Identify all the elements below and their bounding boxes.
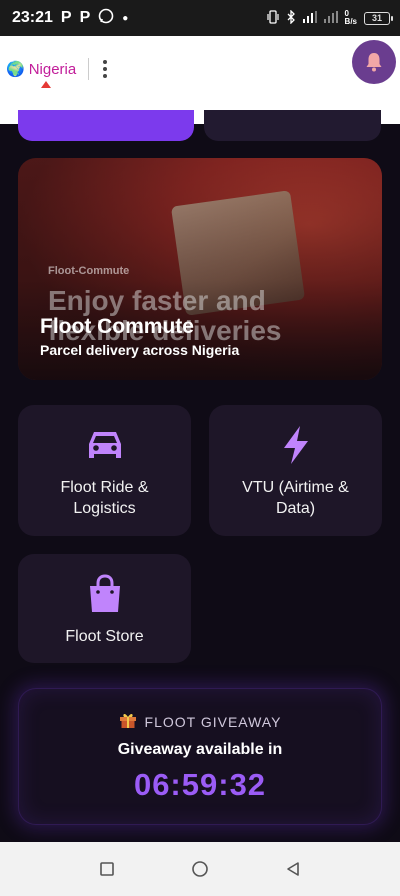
secondary-tab-button[interactable] [204, 110, 381, 141]
circle-icon [192, 861, 208, 877]
bluetooth-icon [286, 8, 296, 27]
battery-icon: 31 [364, 11, 393, 25]
vibrate-icon [266, 9, 279, 27]
service-label: Floot Ride & Logistics [60, 479, 149, 517]
dot-icon: ● [122, 12, 129, 24]
floot-commute-banner[interactable]: Floot-Commute Enjoy faster and flexible … [18, 158, 382, 380]
country-label: Nigeria [28, 60, 77, 78]
status-time: 23:21 [12, 9, 53, 26]
banner-title: Floot Commute [40, 315, 194, 338]
square-icon [99, 862, 114, 876]
caret-up-icon [41, 81, 51, 88]
system-navigation-bar [0, 842, 400, 896]
recent-apps-button[interactable] [95, 857, 119, 881]
notification-app-icon: P [60, 9, 72, 26]
service-card-ride-logistics[interactable]: Floot Ride & Logistics [18, 405, 191, 536]
giveaway-subtitle: Giveaway available in [117, 741, 283, 758]
shopping-bag-icon [87, 574, 123, 614]
divider [88, 58, 89, 80]
bell-icon [366, 53, 382, 72]
banner-small-label: Floot-Commute [48, 265, 130, 277]
country-selector[interactable]: 🌍 Nigeria [6, 58, 76, 80]
service-card-vtu[interactable]: VTU (Airtime & Data) [209, 405, 382, 536]
notifications-button[interactable] [352, 40, 396, 84]
giveaway-card[interactable]: FLOOT GIVEAWAY Giveaway available in 06:… [18, 688, 382, 825]
giveaway-header-label: FLOOT GIVEAWAY [144, 713, 282, 730]
lightning-icon [280, 425, 312, 465]
signal-icon [302, 10, 317, 26]
more-options-button[interactable] [98, 58, 112, 80]
whatsapp-icon [98, 8, 114, 28]
service-label: VTU (Airtime & Data) [242, 479, 349, 517]
notification-app-icon: P [79, 9, 91, 26]
giveaway-countdown: 06:59:32 [133, 767, 267, 802]
home-button[interactable] [188, 857, 212, 881]
service-card-floot-store[interactable]: Floot Store [18, 554, 191, 663]
globe-icon: 🌍 [6, 61, 25, 78]
giveaway-header: FLOOT GIVEAWAY [19, 711, 381, 732]
signal-icon-2 [323, 10, 338, 26]
gift-icon [119, 711, 137, 732]
banner-subtitle: Parcel delivery across Nigeria [40, 342, 240, 358]
back-button[interactable] [281, 857, 305, 881]
primary-tab-button[interactable] [18, 110, 194, 141]
service-label: Floot Store [65, 628, 144, 645]
car-icon [85, 425, 125, 465]
status-bar: 23:21 P P ● 0 B/s 31 [0, 0, 400, 36]
data-speed-icon: 0 B/s [344, 9, 357, 26]
triangle-back-icon [287, 862, 300, 876]
